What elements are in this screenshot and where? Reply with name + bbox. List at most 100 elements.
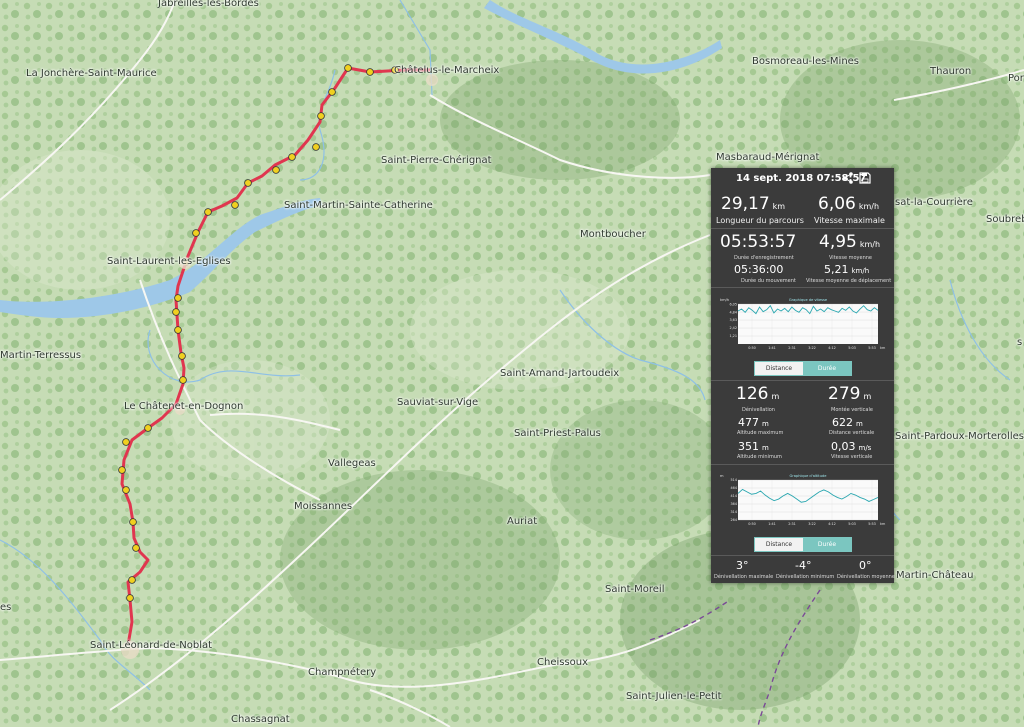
chart-x-tick-label: 5:03 — [848, 346, 856, 350]
distance-label: Longueur du parcours — [716, 216, 804, 225]
chart-x-tick-label: 0:50 — [748, 522, 756, 526]
avg-moving-speed-value: 5,21 km/h — [824, 263, 870, 276]
chart-y-tick-label: 1,21 — [729, 334, 737, 338]
elevation-gain-value: 126 m — [736, 384, 780, 404]
slope-min-value: -4° — [795, 559, 812, 572]
chart-y-tick-label: 4,84 — [729, 310, 737, 314]
chart-title: Graphique de vitesse — [789, 298, 828, 302]
toggle-distance[interactable]: Distance — [755, 362, 803, 375]
chart-x-tick-label: 1:41 — [768, 522, 776, 526]
speed-chart[interactable]: Graphique de vitesse km/h6,05 4,84 3,63 2,42… — [718, 294, 888, 356]
place-label: Saint-Martin-Sainte-Catherine — [284, 200, 433, 211]
duration-label: Durée d'enregistrement — [734, 255, 794, 261]
chart-x-tick-label: 5:53 — [868, 522, 876, 526]
chart-x-tick-label: 0:50 — [748, 346, 756, 350]
chart-y-tick-label: 6,05 — [729, 302, 737, 306]
place-label: Thauron — [930, 66, 972, 77]
place-label: Saint-Laurent-les-Eglises — [107, 256, 231, 267]
speed-chart-toggle: Distance Durée — [754, 361, 852, 376]
place-label: Masbaraud-Mérignat — [716, 152, 820, 163]
vertical-climb-label: Montée verticale — [831, 407, 873, 413]
place-label: Cheissoux — [537, 657, 589, 668]
vertical-speed-value: 0,03 m/s — [831, 440, 872, 453]
place-label: Martin-Château — [896, 570, 974, 581]
place-label: Por — [1008, 73, 1024, 84]
slope-max-label: Dénivellation maximale — [714, 574, 774, 580]
place-label: Bosmoreau-les-Mines — [752, 56, 860, 67]
chart-y-tick-label: 3,63 — [729, 318, 737, 322]
chart-title: Graphique d'altitude — [790, 474, 828, 478]
altitude-max-label: Altitude maximum — [737, 430, 784, 436]
chart-x-unit: km — [880, 346, 886, 350]
place-label: s — [1017, 337, 1023, 348]
chart-plot-area — [738, 304, 878, 344]
place-label: Auriat — [507, 516, 538, 527]
chart-x-tick-label: 2:31 — [788, 346, 796, 350]
chart-x-tick-label: 3:22 — [808, 346, 816, 350]
chart-y-tick-label: 264 — [731, 518, 737, 522]
place-label: Saint-Julien-le-Petit — [626, 691, 722, 702]
chart-y-tick-label: 414 — [731, 494, 737, 498]
max-speed-value: 6,06 km/h — [818, 194, 880, 214]
place-label: Montboucher — [580, 229, 646, 240]
avg-moving-speed-label: Vitesse moyenne de déplacement — [806, 278, 892, 284]
place-label: Champnétery — [308, 667, 377, 678]
place-label: Sauviat-sur-Vige — [397, 397, 479, 408]
chart-y-tick-label: 364 — [731, 502, 737, 506]
chart-y-unit: m — [720, 474, 724, 478]
slope-avg-value: 0° — [859, 559, 872, 572]
place-label: Moissannes — [294, 501, 353, 512]
altitude-chart-toggle: Distance Durée — [754, 537, 852, 552]
chart-x-tick-label: 5:03 — [848, 522, 856, 526]
distance-value: 29,17 km — [721, 194, 786, 214]
moving-time-value: 05:36:00 — [734, 263, 784, 276]
max-speed-label: Vitesse maximale — [814, 216, 885, 225]
chart-x-tick-label: 2:31 — [788, 522, 796, 526]
moving-time-label: Durée du mouvement — [741, 278, 796, 284]
toggle-duration[interactable]: Durée — [803, 538, 851, 551]
place-label: Saint-Priest-Palus — [514, 428, 601, 439]
vertical-distance-value: 622 m — [832, 416, 863, 429]
vertical-speed-label: Vitesse verticale — [831, 454, 873, 460]
chart-y-unit: km/h — [720, 298, 729, 302]
slope-max-value: 3° — [736, 559, 749, 572]
duration-value: 05:53:57 — [720, 232, 797, 252]
avg-speed-label: Vitesse moyenne — [829, 255, 872, 261]
altitude-max-value: 477 m — [738, 416, 769, 429]
place-label: Martin-Terressus — [0, 350, 82, 361]
chart-x-tick-label: 4:12 — [828, 522, 836, 526]
place-label: Soubreb — [986, 214, 1024, 225]
place-label: es — [0, 602, 12, 613]
place-label: Chassagnat — [231, 714, 290, 725]
chart-y-tick-label: 314 — [731, 510, 737, 514]
chart-x-tick-label: 1:41 — [768, 346, 776, 350]
chart-y-tick-label: 464 — [731, 486, 737, 490]
avg-speed-value: 4,95 km/h — [819, 232, 881, 252]
altitude-min-label: Altitude minimum — [737, 454, 782, 460]
slope-avg-label: Dénivellation moyenne — [837, 574, 895, 580]
place-label: Saint-Pardoux-Morterolles — [895, 431, 1024, 442]
share-icon[interactable] — [841, 171, 855, 185]
chart-x-tick-label: 5:53 — [868, 346, 876, 350]
vertical-climb-value: 279 m — [828, 384, 872, 404]
altitude-chart[interactable]: Graphique d'altitude m 514 464 414 364 314 264 0… — [718, 470, 888, 532]
toggle-distance[interactable]: Distance — [755, 538, 803, 551]
chart-y-tick-label: 514 — [731, 478, 737, 482]
place-label: La Jonchère-Saint-Maurice — [26, 68, 157, 79]
place-label: Le Châtenet-en-Dognon — [124, 401, 244, 412]
place-label: Saint-Léonard-de-Noblat — [90, 640, 213, 651]
vertical-distance-label: Distance verticale — [829, 430, 875, 436]
place-label: Vallegeas — [328, 458, 376, 469]
place-label: sat-la-Courrière — [895, 197, 973, 208]
place-label: Saint-Amand-Jartoudeix — [500, 368, 620, 379]
chart-x-tick-label: 3:22 — [808, 522, 816, 526]
track-stats-panel: 14 sept. 2018 07:58:57 29,17 km 6,06 km/h … — [711, 168, 895, 583]
save-icon[interactable] — [858, 171, 872, 185]
chart-x-tick-label: 4:12 — [828, 346, 836, 350]
place-label: Saint-Moreil — [605, 584, 665, 595]
slope-min-label: Dénivellation minimum — [776, 574, 835, 580]
altitude-min-value: 351 m — [738, 440, 769, 453]
place-label: Châtelus-le-Marcheix — [394, 65, 500, 76]
place-label: Saint-Pierre-Chérignat — [381, 155, 492, 166]
toggle-duration[interactable]: Durée — [803, 362, 851, 375]
